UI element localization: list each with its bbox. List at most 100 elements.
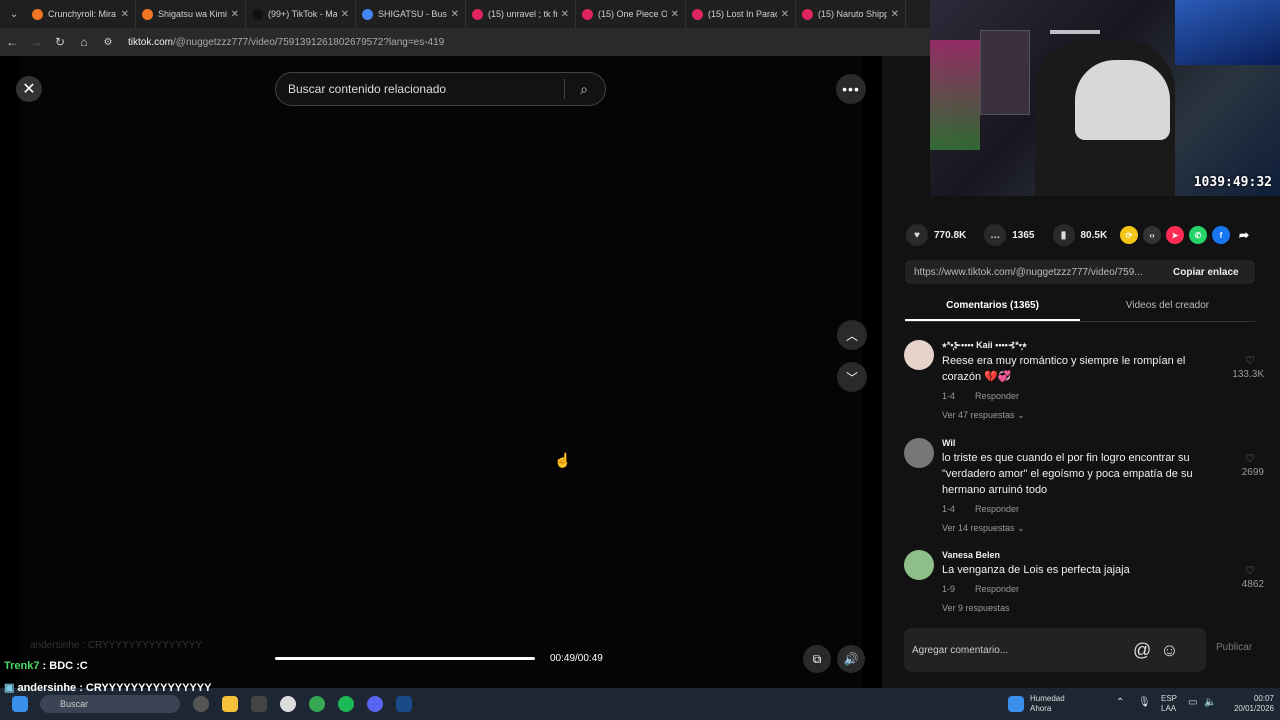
whatsapp-icon[interactable]: ✆ bbox=[1189, 226, 1207, 244]
comment-date: 1-9 bbox=[942, 584, 956, 594]
language-indicator[interactable]: ESP LAA bbox=[1161, 694, 1177, 714]
spotify-icon[interactable] bbox=[338, 696, 354, 712]
view-replies-button[interactable]: Ver 47 respuestas bbox=[942, 410, 1015, 420]
view-replies-button[interactable]: Ver 14 respuestas bbox=[942, 523, 1015, 533]
app-icon[interactable] bbox=[193, 696, 209, 712]
comment-like[interactable]: ♡ 133.3K bbox=[1204, 354, 1264, 380]
next-video-button[interactable]: ﹀ bbox=[837, 362, 867, 392]
tab-close-icon[interactable]: ✕ bbox=[451, 9, 459, 20]
wall-poster bbox=[980, 30, 1030, 115]
emoji-icon[interactable]: ☺ bbox=[1160, 640, 1178, 661]
browser-tab[interactable]: (15) Naruto Shipp ✕ bbox=[796, 0, 906, 28]
microphone-icon[interactable]: 🎙 bbox=[1138, 698, 1151, 708]
view-replies-button[interactable]: Ver 9 respuestas bbox=[942, 603, 1010, 612]
tab-close-icon[interactable]: ✕ bbox=[781, 9, 789, 20]
volume-icon[interactable]: 🔊 bbox=[837, 645, 865, 673]
weather-widget[interactable]: Humedad Ahora bbox=[1030, 694, 1065, 714]
video-link-box: https://www.tiktok.com/@nuggetzzz777/vid… bbox=[905, 260, 1255, 284]
webcam-overlay: 1039:49:32 bbox=[930, 0, 1280, 196]
reply-button[interactable]: Responder bbox=[975, 504, 1019, 514]
discord-icon[interactable] bbox=[367, 696, 383, 712]
video-progress-bar[interactable] bbox=[275, 657, 535, 660]
browser-tab[interactable]: Crunchyroll: Mira ✕ bbox=[26, 0, 136, 28]
video-link[interactable]: https://www.tiktok.com/@nuggetzzz777/vid… bbox=[905, 267, 1167, 278]
send-icon[interactable]: ➤ bbox=[1166, 226, 1184, 244]
comment-author[interactable]: ⭑*•̩̩͙⊱•••• Kaii ••••⊰*•̩̩͙⭑ bbox=[942, 340, 1222, 351]
like-stat[interactable]: ♥ 770.8K bbox=[906, 224, 966, 246]
weather-icon[interactable] bbox=[1008, 696, 1024, 712]
tab-close-icon[interactable]: ✕ bbox=[561, 9, 569, 20]
tab-close-icon[interactable]: ✕ bbox=[671, 9, 679, 20]
avatar[interactable] bbox=[904, 340, 934, 370]
site-info-icon[interactable]: ⚙ bbox=[96, 37, 120, 48]
comment-input[interactable] bbox=[904, 644, 1124, 656]
avatar[interactable] bbox=[904, 438, 934, 468]
comment-author[interactable]: Vanesa Belen bbox=[942, 550, 1222, 560]
copy-link-button[interactable]: Copiar enlace bbox=[1173, 267, 1239, 278]
comment-author[interactable]: Wil bbox=[942, 438, 1222, 448]
avatar[interactable] bbox=[904, 550, 934, 580]
windows-start-icon[interactable] bbox=[12, 696, 28, 712]
tab-comments[interactable]: Comentarios (1365) bbox=[905, 294, 1080, 321]
app-icon[interactable] bbox=[280, 696, 296, 712]
tab-favicon-icon bbox=[692, 8, 703, 20]
speaker-icon[interactable]: 🔈 bbox=[1204, 698, 1216, 708]
blanket bbox=[1075, 60, 1170, 140]
clock[interactable]: 00:07 20/01/2026 bbox=[1226, 694, 1274, 714]
tab-close-icon[interactable]: ✕ bbox=[121, 9, 129, 20]
tab-favicon-icon bbox=[252, 8, 263, 20]
forward-icon[interactable]: → bbox=[24, 35, 48, 49]
comment-like[interactable]: ♡ 2699 bbox=[1204, 452, 1264, 478]
network-icon[interactable]: ▭ bbox=[1188, 698, 1197, 708]
embed-icon[interactable]: ‹› bbox=[1143, 226, 1161, 244]
bookmark-icon: ▮ bbox=[1052, 224, 1075, 246]
tab-close-icon[interactable]: ✕ bbox=[341, 9, 349, 20]
browser-tab[interactable]: (15) unravel ; tk fr ✕ bbox=[466, 0, 576, 28]
browser-tab[interactable]: Shigatsu wa Kimi ✕ bbox=[136, 0, 246, 28]
home-icon[interactable]: ⌂ bbox=[72, 35, 96, 49]
video-player[interactable] bbox=[20, 56, 862, 688]
tray-chevron-icon[interactable]: ⌃ bbox=[1116, 698, 1124, 708]
search-input[interactable] bbox=[276, 82, 564, 96]
comment-stat[interactable]: … 1365 bbox=[984, 224, 1035, 246]
tab-search-button[interactable]: ⌄ bbox=[2, 3, 26, 25]
back-icon[interactable]: ← bbox=[0, 35, 24, 49]
more-options-icon[interactable]: ••• bbox=[836, 74, 866, 104]
settings-icon[interactable] bbox=[251, 696, 267, 712]
previous-video-button[interactable]: ︿ bbox=[837, 320, 867, 350]
comment-text: La venganza de Lois es perfecta jajaja bbox=[942, 564, 1130, 576]
search-icon[interactable]: ⌕ bbox=[565, 81, 603, 98]
comment-like[interactable]: ♡ 4862 bbox=[1204, 564, 1264, 590]
chrome-icon[interactable] bbox=[309, 696, 325, 712]
reply-button[interactable]: Responder bbox=[975, 584, 1019, 594]
comment-icon: … bbox=[984, 224, 1007, 246]
publish-button[interactable]: Publicar bbox=[1216, 642, 1252, 653]
browser-tab[interactable]: (15) Lost In Parad ✕ bbox=[686, 0, 796, 28]
reload-icon[interactable]: ↻ bbox=[48, 35, 72, 49]
facebook-icon[interactable]: f bbox=[1212, 226, 1230, 244]
close-icon[interactable]: ✕ bbox=[16, 76, 42, 102]
steam-icon[interactable] bbox=[396, 696, 412, 712]
browser-tab[interactable]: SHIGATSU - Busc ✕ bbox=[356, 0, 466, 28]
browser-tab[interactable]: (99+) TikTok - Ma ✕ bbox=[246, 0, 356, 28]
browser-tab[interactable]: (15) One Piece Or ✕ bbox=[576, 0, 686, 28]
save-stat[interactable]: ▮ 80.5K bbox=[1052, 224, 1107, 246]
mouse-cursor-icon: ☝ bbox=[554, 452, 572, 468]
file-explorer-icon[interactable] bbox=[222, 696, 238, 712]
weather-title: Humedad bbox=[1030, 694, 1065, 703]
tab-favicon-icon bbox=[582, 8, 593, 20]
taskbar-search[interactable]: Buscar bbox=[40, 695, 180, 713]
url-field[interactable]: tiktok.com/@nuggetzzz777/video/759139126… bbox=[128, 37, 444, 48]
mention-icon[interactable]: @ bbox=[1133, 640, 1151, 661]
reply-button[interactable]: Responder bbox=[975, 391, 1019, 401]
floating-player-icon[interactable]: ⧉ bbox=[803, 645, 831, 673]
comment-likes: 2699 bbox=[1241, 467, 1264, 478]
comment-likes: 4862 bbox=[1241, 579, 1264, 590]
tab-close-icon[interactable]: ✕ bbox=[891, 9, 899, 20]
sidebar-tabs: Comentarios (1365) Videos del creador bbox=[905, 294, 1255, 322]
tab-close-icon[interactable]: ✕ bbox=[231, 9, 239, 20]
share-arrow-icon[interactable]: ➦ bbox=[1235, 226, 1253, 244]
tab-label: Shigatsu wa Kimi bbox=[158, 9, 227, 19]
tab-creator-videos[interactable]: Videos del creador bbox=[1080, 294, 1255, 321]
repost-icon[interactable]: ⟳ bbox=[1120, 226, 1138, 244]
